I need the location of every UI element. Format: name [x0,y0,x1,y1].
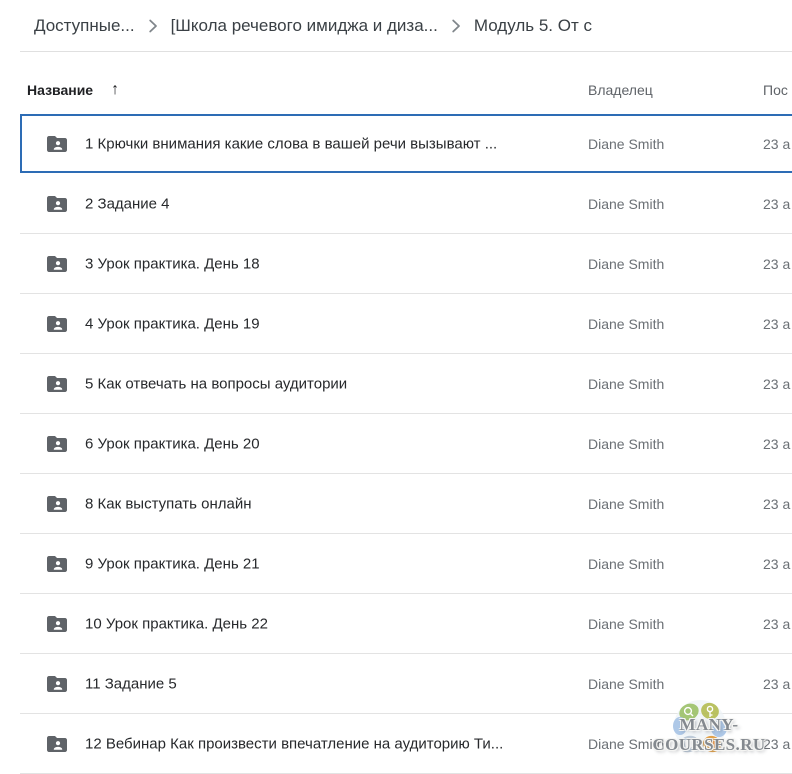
breadcrumb-item-3[interactable]: Модуль 5. От с [474,16,592,36]
shared-folder-icon [45,672,69,696]
row-modified: 23 а [763,616,790,632]
shared-folder-icon [45,492,69,516]
row-name: 1 Крючки внимания какие слова в вашей ре… [85,135,497,152]
file-table: Название ↑ Владелец Пос 1 Крючки внимани… [20,52,792,774]
table-header: Название ↑ Владелец Пос [20,52,792,114]
row-owner: Diane Smith [588,556,664,572]
row-owner: Diane Smith [588,136,664,152]
shared-folder-icon [45,372,69,396]
row-owner: Diane Smith [588,676,664,692]
table-row[interactable]: 12 Вебинар Как произвести впечатление на… [20,714,792,774]
row-modified: 23 а [763,196,790,212]
breadcrumb-item-1[interactable]: Доступные... [34,16,135,36]
row-name: 10 Урок практика. День 22 [85,615,268,632]
sort-ascending-icon[interactable]: ↑ [111,82,119,98]
table-row[interactable]: 1 Крючки внимания какие слова в вашей ре… [20,114,792,174]
table-row[interactable]: 11 Задание 5 Diane Smith 23 а [20,654,792,714]
row-modified: 23 а [763,376,790,392]
row-owner: Diane Smith [588,436,664,452]
column-header-name[interactable]: Название ↑ [27,82,119,98]
row-modified: 23 а [763,436,790,452]
shared-folder-icon [45,312,69,336]
row-owner: Diane Smith [588,616,664,632]
column-header-owner[interactable]: Владелец [588,82,653,98]
shared-folder-icon [45,192,69,216]
row-name: 8 Как выступать онлайн [85,495,251,512]
row-name: 11 Задание 5 [85,675,177,692]
row-name: 3 Урок практика. День 18 [85,255,260,272]
row-owner: Diane Smith [588,256,664,272]
row-name: 6 Урок практика. День 20 [85,435,260,452]
file-list: 1 Крючки внимания какие слова в вашей ре… [20,114,792,774]
row-owner: Diane Smith [588,736,664,752]
row-modified: 23 а [763,496,790,512]
table-row[interactable]: 5 Как отвечать на вопросы аудитории Dian… [20,354,792,414]
row-name: 5 Как отвечать на вопросы аудитории [85,375,347,392]
row-owner: Diane Smith [588,376,664,392]
table-row[interactable]: 10 Урок практика. День 22 Diane Smith 23… [20,594,792,654]
column-header-name-label: Название [27,82,93,98]
row-owner: Diane Smith [588,316,664,332]
breadcrumb: Доступные... [Школа речевого имиджа и ди… [0,0,792,51]
shared-folder-icon [45,612,69,636]
shared-folder-icon [45,552,69,576]
shared-folder-icon [45,432,69,456]
row-modified: 23 а [763,136,790,152]
row-modified: 23 а [763,736,790,752]
table-row[interactable]: 8 Как выступать онлайн Diane Smith 23 а [20,474,792,534]
breadcrumb-item-2[interactable]: [Школа речевого имиджа и диза... [171,16,438,36]
row-name: 9 Урок практика. День 21 [85,555,260,572]
table-row[interactable]: 2 Задание 4 Diane Smith 23 а [20,174,792,234]
shared-folder-icon [45,252,69,276]
table-row[interactable]: 4 Урок практика. День 19 Diane Smith 23 … [20,294,792,354]
row-modified: 23 а [763,676,790,692]
row-name: 12 Вебинар Как произвести впечатление на… [85,735,503,752]
row-modified: 23 а [763,256,790,272]
table-row[interactable]: 6 Урок практика. День 20 Diane Smith 23 … [20,414,792,474]
column-header-modified[interactable]: Пос [763,82,788,98]
table-row[interactable]: 3 Урок практика. День 18 Diane Smith 23 … [20,234,792,294]
shared-folder-icon [45,132,69,156]
chevron-right-icon [148,18,158,34]
row-owner: Diane Smith [588,496,664,512]
row-owner: Diane Smith [588,196,664,212]
row-modified: 23 а [763,316,790,332]
row-modified: 23 а [763,556,790,572]
row-name: 2 Задание 4 [85,195,170,212]
row-name: 4 Урок практика. День 19 [85,315,260,332]
shared-folder-icon [45,732,69,756]
chevron-right-icon [451,18,461,34]
table-row[interactable]: 9 Урок практика. День 21 Diane Smith 23 … [20,534,792,594]
